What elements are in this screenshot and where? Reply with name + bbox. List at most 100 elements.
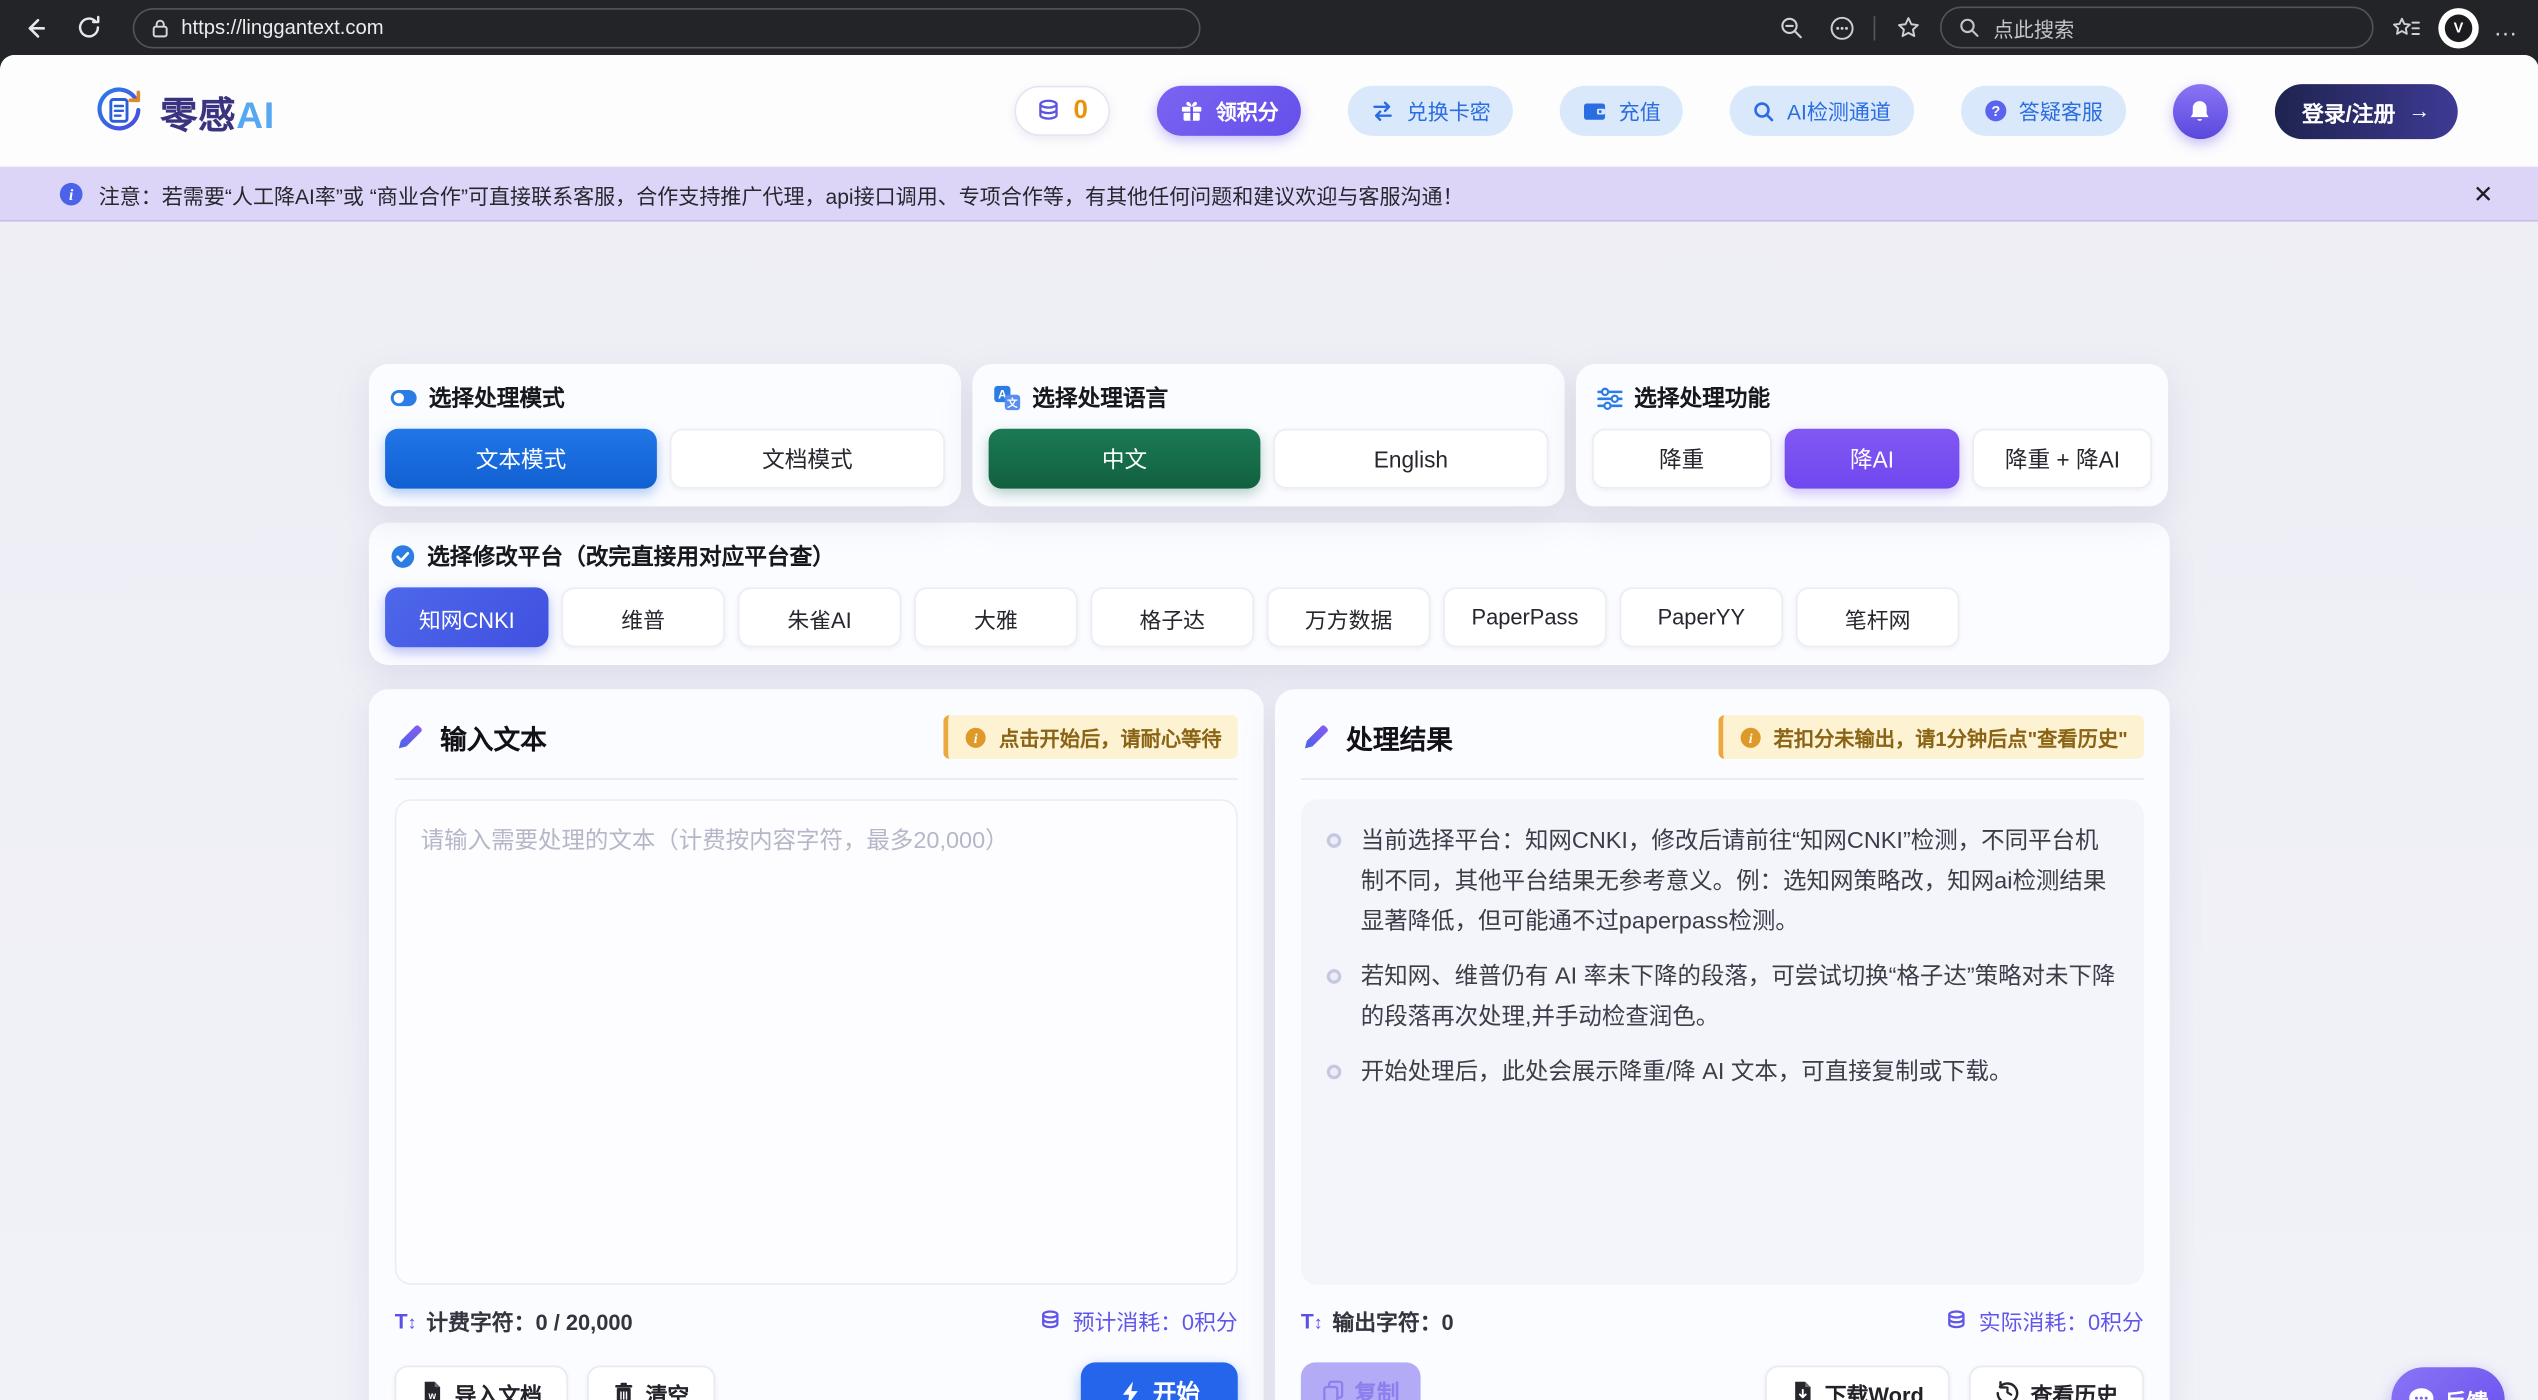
platform-option-zhuque[interactable]: 朱雀AI: [738, 587, 901, 647]
chrome-right-controls: 点此搜索 V …: [1773, 6, 2525, 48]
info-circle-icon: i: [58, 181, 84, 207]
swap-icon: [1371, 100, 1395, 121]
sliders-icon: [1597, 386, 1623, 410]
logo[interactable]: 零感AI: [94, 83, 275, 138]
platform-option-weipu[interactable]: 维普: [561, 587, 724, 647]
result-hint-item: 若知网、维普仍有 AI 率未下降的段落，可尝试切换“格子达”策略对未下降的段落再…: [1327, 958, 2118, 1039]
points-value: 0: [1073, 96, 1087, 125]
search-placeholder: 点此搜索: [1993, 12, 2074, 43]
back-button[interactable]: [13, 6, 55, 48]
ellipsis-circle-icon[interactable]: [1823, 10, 1859, 46]
result-hint-text: 若知网、维普仍有 AI 率未下降的段落，可尝试切换“格子达”策略对未下降的段落再…: [1361, 958, 2118, 1039]
feature-option-both[interactable]: 降重 + 降AI: [1973, 429, 2152, 489]
ai-detect-button[interactable]: AI检测通道: [1730, 86, 1913, 136]
screen: https://linggantext.com 点此搜索 V … 零感AI: [0, 0, 2538, 1400]
mode-option-doc[interactable]: 文档模式: [670, 429, 945, 489]
back-icon: [20, 14, 48, 42]
feature-card-title: 选择处理功能: [1592, 382, 2152, 414]
mode-option-text[interactable]: 文本模式: [385, 429, 657, 489]
download-word-button[interactable]: 下载Word: [1765, 1365, 1950, 1400]
platform-option-paperyy[interactable]: PaperYY: [1620, 587, 1783, 647]
lock-icon: [150, 17, 169, 38]
result-panel: 处理结果 i 若扣分未输出，请1分钟后点"查看历史" 当前选择平台：知网CNKI…: [1275, 689, 2170, 1400]
view-history-label: 查看历史: [2031, 1376, 2118, 1400]
login-button[interactable]: 登录/注册 →: [2274, 83, 2457, 138]
doc-word-icon: w: [421, 1380, 444, 1400]
notice-text: 注意：若需要“人工降AI率”或 “商业合作”可直接联系客服，合作支持推广代理，a…: [99, 179, 2464, 210]
language-option-en[interactable]: English: [1273, 429, 1548, 489]
points-badge[interactable]: 0: [1015, 86, 1110, 136]
platform-option-paperpass[interactable]: PaperPass: [1443, 587, 1606, 647]
avatar[interactable]: V: [2438, 7, 2478, 47]
platform-option-cnki[interactable]: 知网CNKI: [385, 587, 548, 647]
input-panel-header: 输入文本 i 点击开始后，请耐心等待: [395, 715, 1238, 759]
result-stats: T↕ 输出字符：0 实际消耗：0积分: [1301, 1304, 2144, 1336]
download-doc-icon: [1791, 1380, 1814, 1400]
browser-menu-icon[interactable]: …: [2493, 14, 2525, 42]
feedback-button[interactable]: 反馈: [2391, 1367, 2504, 1400]
char-count-icon: T↕: [395, 1308, 417, 1332]
result-hint-text: 开始处理后，此处会展示降重/降 AI 文本，可直接复制或下载。: [1361, 1053, 2013, 1093]
input-stats: T↕ 计费字符：0 / 20,000 预计消耗：0积分: [395, 1304, 1238, 1336]
divider: [1874, 15, 1876, 39]
search-icon: [1753, 100, 1776, 123]
support-label: 答疑客服: [2019, 95, 2103, 126]
pen-icon: [1301, 722, 1332, 753]
feedback-label: 反馈: [2445, 1383, 2489, 1400]
platform-option-gezida[interactable]: 格子达: [1091, 587, 1254, 647]
start-label: 开始: [1153, 1375, 1200, 1400]
svg-text:i: i: [1749, 730, 1753, 745]
star-icon[interactable]: [1890, 10, 1926, 46]
platform-option-wanfang[interactable]: 万方数据: [1267, 587, 1430, 647]
result-hint-text: 当前选择平台：知网CNKI，修改后请前往“知网CNKI”检测，不同平台机制不同，…: [1361, 822, 2118, 943]
result-hint-item: 当前选择平台：知网CNKI，修改后请前往“知网CNKI”检测，不同平台机制不同，…: [1327, 822, 2118, 943]
language-card: A文 选择处理语言 中文 English: [972, 364, 1564, 506]
clear-label: 清空: [646, 1376, 690, 1400]
svg-text:文: 文: [1006, 396, 1018, 409]
close-icon[interactable]: ✕: [2463, 176, 2503, 212]
feature-option-deai[interactable]: 降AI: [1784, 429, 1960, 489]
notifications-button[interactable]: [2173, 83, 2228, 138]
result-buttons: 复制 下载Word 查看历史: [1301, 1362, 2144, 1400]
warn-info-icon: i: [1740, 726, 1763, 749]
arrow-right-icon: →: [2408, 99, 2430, 123]
platform-title-text: 选择修改平台（改完直接用对应平台查）: [427, 540, 835, 572]
char-count-icon: T↕: [1301, 1308, 1323, 1332]
address-bar[interactable]: https://linggantext.com: [133, 7, 1201, 47]
view-history-button[interactable]: 查看历史: [1969, 1365, 2144, 1400]
copy-label: 复制: [1354, 1376, 1399, 1400]
feature-option-dedup[interactable]: 降重: [1592, 429, 1771, 489]
toggle-icon: [390, 388, 418, 407]
language-option-zh[interactable]: 中文: [989, 429, 1261, 489]
mode-title-text: 选择处理模式: [429, 382, 565, 414]
start-button[interactable]: 开始: [1081, 1362, 1238, 1400]
feature-options: 降重 降AI 降重 + 降AI: [1592, 429, 2152, 489]
import-doc-button[interactable]: w 导入文档: [395, 1365, 568, 1400]
svg-text:i: i: [69, 187, 74, 204]
claim-points-button[interactable]: 领积分: [1157, 86, 1301, 136]
recharge-button[interactable]: 充值: [1560, 86, 1683, 136]
browser-search-box[interactable]: 点此搜索: [1940, 6, 2374, 48]
webpage: 零感AI 0 领积分 兑换卡密 充值: [0, 55, 2538, 1400]
clear-button[interactable]: 清空: [587, 1365, 715, 1400]
platform-card-title: 选择修改平台（改完直接用对应平台查）: [385, 540, 2153, 572]
login-label: 登录/注册: [2302, 95, 2395, 127]
feature-card: 选择处理功能 降重 降AI 降重 + 降AI: [1576, 364, 2168, 506]
bookmark-star-icon[interactable]: [2388, 10, 2424, 46]
language-options: 中文 English: [989, 429, 1549, 489]
platform-option-bigan[interactable]: 笔杆网: [1796, 587, 1959, 647]
text-input[interactable]: [395, 799, 1238, 1284]
copy-button[interactable]: 复制: [1301, 1362, 1421, 1400]
input-title-text: 输入文本: [440, 718, 547, 757]
input-warning-text: 点击开始后，请耐心等待: [999, 722, 1222, 753]
import-doc-label: 导入文档: [455, 1376, 542, 1400]
notice-bar: i 注意：若需要“人工降AI率”或 “商业合作”可直接联系客服，合作支持推广代理…: [0, 167, 2538, 222]
zoom-out-icon[interactable]: [1773, 10, 1809, 46]
refresh-button[interactable]: [68, 6, 110, 48]
language-card-title: A文 选择处理语言: [989, 382, 1549, 414]
result-hint-item: 开始处理后，此处会展示降重/降 AI 文本，可直接复制或下载。: [1327, 1053, 2118, 1093]
support-button[interactable]: ? 答疑客服: [1961, 86, 2126, 136]
char-count: T↕ 计费字符：0 / 20,000: [395, 1304, 633, 1336]
platform-option-daya[interactable]: 大雅: [914, 587, 1077, 647]
redeem-card-button[interactable]: 兑换卡密: [1348, 86, 1513, 136]
